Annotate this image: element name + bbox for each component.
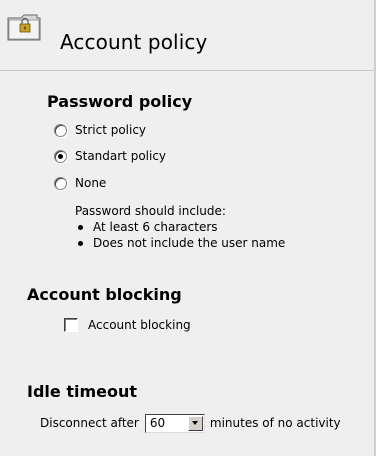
radio-standart-policy[interactable]: Standart policy bbox=[54, 147, 166, 165]
account-blocking-option[interactable]: Account blocking bbox=[64, 316, 191, 334]
idle-timeout-row: Disconnect after 60 minutes of no activi… bbox=[40, 412, 341, 434]
radio-none[interactable]: None bbox=[54, 174, 106, 192]
account-blocking-heading: Account blocking bbox=[27, 285, 182, 304]
idle-timeout-heading: Idle timeout bbox=[27, 382, 137, 401]
lock-folder-icon bbox=[7, 14, 41, 41]
requirements-intro: Password should include: bbox=[75, 204, 226, 218]
panel-header: Account policy bbox=[0, 0, 374, 71]
page-title: Account policy bbox=[60, 30, 208, 54]
idle-prefix-text: Disconnect after bbox=[40, 416, 139, 430]
password-requirements: Password should include: At least 6 char… bbox=[75, 203, 285, 251]
radio-label-none: None bbox=[75, 176, 107, 190]
account-blocking-checkbox[interactable] bbox=[64, 318, 78, 332]
radio-label-standart: Standart policy bbox=[75, 149, 167, 163]
idle-suffix-text: minutes of no activity bbox=[209, 416, 341, 430]
radio-button[interactable] bbox=[54, 176, 67, 190]
radio-button-selected[interactable] bbox=[54, 149, 67, 163]
account-policy-panel: Account policy Password policy Strict po… bbox=[0, 0, 376, 456]
radio-strict-policy[interactable]: Strict policy bbox=[54, 121, 146, 139]
account-blocking-label: Account blocking bbox=[88, 318, 191, 332]
idle-timeout-select[interactable]: 60 bbox=[144, 413, 205, 433]
radio-label-strict: Strict policy bbox=[75, 123, 147, 137]
requirement-item: At least 6 characters bbox=[75, 219, 285, 235]
requirement-item: Does not include the user name bbox=[75, 235, 285, 251]
dropdown-button[interactable] bbox=[187, 415, 203, 431]
requirements-list: At least 6 characters Does not include t… bbox=[75, 219, 285, 251]
idle-timeout-value: 60 bbox=[149, 416, 166, 430]
chevron-down-icon bbox=[192, 421, 199, 425]
radio-button[interactable] bbox=[54, 123, 67, 137]
password-policy-heading: Password policy bbox=[47, 92, 193, 111]
